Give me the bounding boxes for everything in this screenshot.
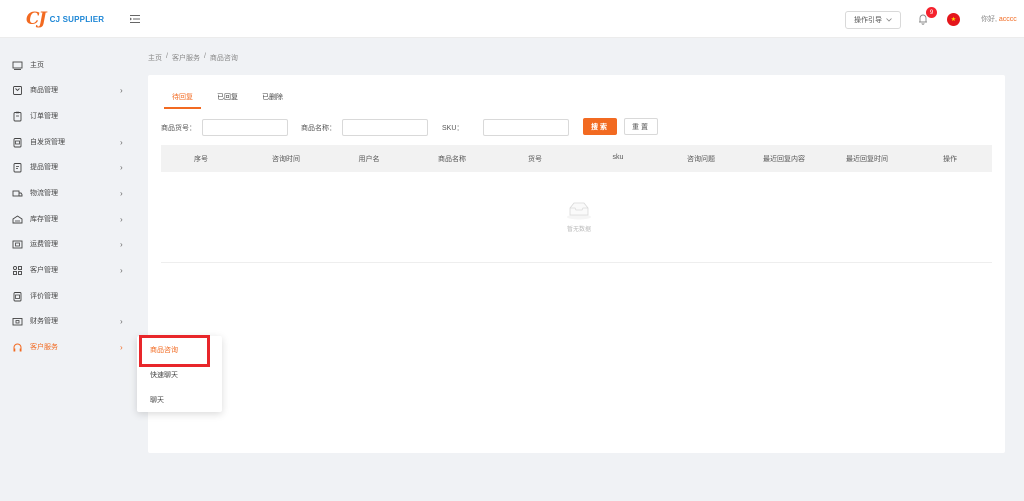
- empty-inbox-icon: [567, 202, 591, 220]
- breadcrumb-current: 商品咨询: [209, 55, 238, 62]
- breadcrumb-separator: /: [166, 53, 168, 60]
- column-header: 商品名称: [438, 156, 466, 163]
- sidebar-item-label: 商品管理: [30, 87, 58, 94]
- main-card: 待回复 已回复 已删除 商品货号： 商品名称： SKU： 搜索 重置 序号 咨询…: [148, 75, 1005, 453]
- tab-pending[interactable]: 待回复: [160, 91, 205, 109]
- user-greeting[interactable]: 你好, acccc: [981, 14, 1017, 24]
- filter-bar: 商品货号： 商品名称： SKU： 搜索 重置: [161, 118, 991, 138]
- sidebar-item-label: 物流管理: [30, 190, 58, 197]
- breadcrumb-home[interactable]: 主页: [148, 53, 162, 63]
- sidebar-item-label: 客户服务: [30, 344, 58, 351]
- inquiry-table: 序号 咨询时间 用户名 商品名称 货号 sku 咨询问题 最近回复内容 最近回复…: [161, 145, 992, 263]
- empty-state: 暂无数据: [561, 200, 597, 233]
- sidebar-item-label: 订单管理: [30, 113, 58, 120]
- sidebar-item-orders[interactable]: 订单管理: [0, 106, 138, 126]
- sidebar-item-home[interactable]: 主页: [0, 55, 138, 75]
- headset-icon: [13, 343, 22, 351]
- guide-dropdown[interactable]: 操作引导: [845, 11, 901, 29]
- product-name-input[interactable]: [342, 119, 428, 136]
- column-header: 咨询时间: [272, 156, 300, 163]
- sidebar-item-customers[interactable]: 客户管理 ›: [0, 260, 138, 280]
- guide-label: 操作引导: [854, 17, 882, 24]
- sidebar-item-label: 库存管理: [30, 216, 58, 223]
- chevron-down-icon: [886, 18, 892, 22]
- warehouse-icon: [12, 214, 23, 223]
- clipboard-icon: [13, 111, 22, 121]
- notification-badge: 9: [926, 7, 937, 18]
- menu-toggle-icon[interactable]: [130, 14, 140, 24]
- sidebar-item-products[interactable]: 商品管理 ›: [0, 80, 138, 100]
- chevron-right-icon: ›: [120, 316, 123, 326]
- logo[interactable]: CJ CJ SUPPLIER: [26, 8, 104, 30]
- column-header: 用户名: [358, 156, 380, 163]
- top-header: CJ CJ SUPPLIER 操作引导 9 ★ 你好, acccc: [0, 0, 1024, 38]
- sidebar-item-reviews[interactable]: 评价管理: [0, 286, 138, 306]
- sidebar-item-submit-products[interactable]: 提品管理 ›: [0, 157, 138, 177]
- sidebar-item-label: 客户管理: [30, 267, 58, 274]
- shipping-doc-icon: [13, 137, 22, 147]
- review-icon: [13, 291, 22, 301]
- sidebar-item-logistics[interactable]: 物流管理 ›: [0, 183, 138, 203]
- chevron-right-icon: ›: [120, 239, 123, 249]
- sidebar-item-freight[interactable]: 运费管理 ›: [0, 234, 138, 254]
- logo-mark: CJ: [26, 9, 47, 29]
- user-name: acccc: [998, 16, 1017, 23]
- sidebar-item-label: 自发货管理: [30, 139, 65, 146]
- sidebar-item-inventory[interactable]: 库存管理 ›: [0, 209, 138, 229]
- chevron-right-icon: ›: [120, 188, 123, 198]
- product-name-label: 商品名称：: [301, 125, 336, 132]
- finance-icon: [12, 317, 23, 325]
- freight-icon: [12, 240, 23, 248]
- search-button[interactable]: 搜索: [583, 118, 617, 135]
- chevron-right-icon: ›: [120, 162, 123, 172]
- tab-deleted[interactable]: 已删除: [250, 91, 295, 109]
- column-header: 咨询问题: [687, 156, 715, 163]
- sidebar-item-label: 财务管理: [30, 318, 58, 325]
- sku-label: SKU：: [442, 125, 464, 132]
- table-header: 序号 咨询时间 用户名 商品名称 货号 sku 咨询问题 最近回复内容 最近回复…: [161, 145, 992, 172]
- sidebar-item-label: 提品管理: [30, 164, 58, 171]
- china-flag-icon[interactable]: ★: [947, 13, 960, 26]
- chevron-right-icon: ›: [120, 137, 123, 147]
- sidebar: 主页 商品管理 › 订单管理 自发货管理 › 提品管理 › 物流管理 › 库存管…: [0, 38, 138, 501]
- sidebar-item-label: 运费管理: [30, 241, 58, 248]
- sidebar-item-self-shipping[interactable]: 自发货管理 ›: [0, 132, 138, 152]
- truck-icon: [12, 190, 23, 196]
- chevron-right-icon: ›: [120, 85, 123, 95]
- submit-product-icon: [13, 162, 22, 172]
- column-header: 最近回复时间: [846, 156, 888, 163]
- empty-text: 暂无数据: [566, 227, 591, 233]
- breadcrumb: 主页 / 客户服务 / 商品咨询: [148, 53, 238, 63]
- column-header: 操作: [943, 156, 957, 163]
- tab-replied[interactable]: 已回复: [205, 91, 250, 109]
- monitor-icon: [12, 61, 23, 70]
- sidebar-item-label: 主页: [30, 62, 44, 69]
- column-header: sku: [612, 154, 624, 161]
- sidebar-item-label: 评价管理: [30, 293, 58, 300]
- sku-input[interactable]: [483, 119, 569, 136]
- sidebar-item-customer-service[interactable]: 客户服务 ›: [0, 337, 138, 357]
- column-header: 最近回复内容: [763, 156, 805, 163]
- tab-bar: 待回复 已回复 已删除: [160, 91, 295, 109]
- column-header: 货号: [528, 156, 542, 163]
- submenu-item-chat[interactable]: 聊天: [137, 388, 222, 412]
- logo-text: CJ SUPPLIER: [49, 14, 105, 24]
- sidebar-item-finance[interactable]: 财务管理 ›: [0, 311, 138, 331]
- column-header: 序号: [194, 156, 208, 163]
- reset-button[interactable]: 重置: [624, 118, 658, 135]
- chevron-right-icon: ›: [120, 214, 123, 224]
- grid-icon: [12, 265, 22, 275]
- chevron-right-icon: ›: [120, 265, 123, 275]
- product-icon: [13, 85, 22, 95]
- sku-no-input[interactable]: [202, 119, 288, 136]
- breadcrumb-separator: /: [203, 53, 206, 60]
- sku-no-label: 商品货号：: [161, 125, 196, 132]
- greeting-prefix: 你好,: [981, 16, 999, 23]
- annotation-highlight-box: [139, 335, 210, 367]
- breadcrumb-section[interactable]: 客户服务: [172, 53, 200, 63]
- chevron-right-icon: ›: [120, 342, 123, 352]
